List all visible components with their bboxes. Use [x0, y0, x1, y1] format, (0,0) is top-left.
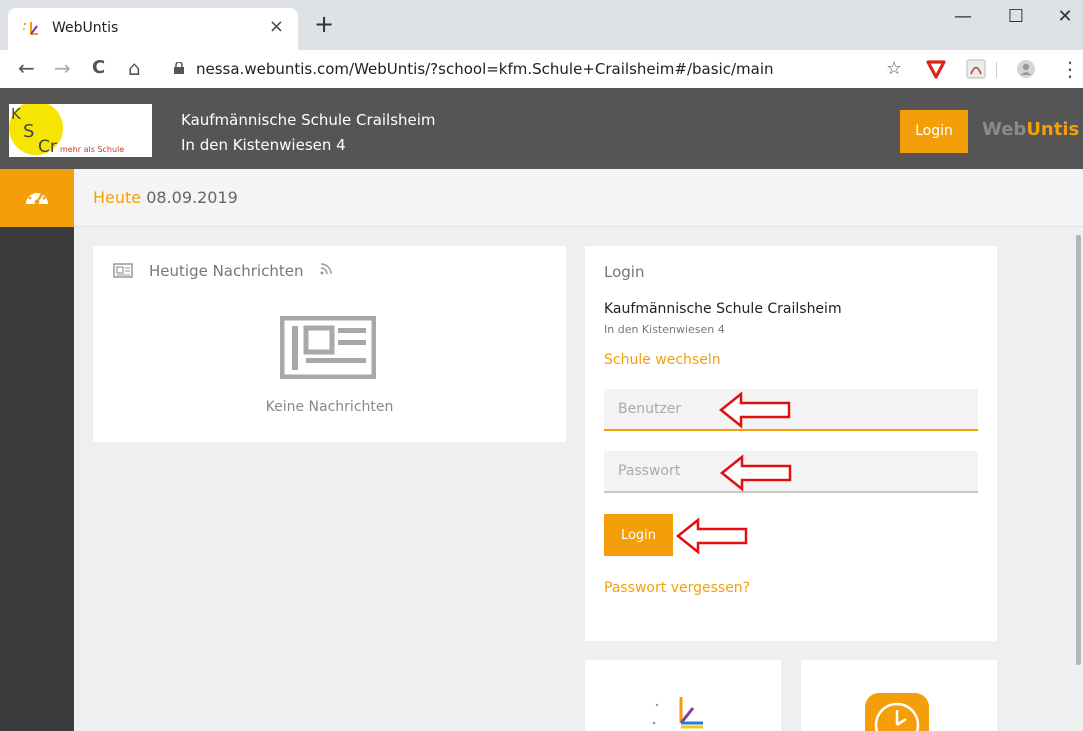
header-login-button[interactable]: Login	[900, 110, 968, 153]
webuntis-brand-logo: WebUntis	[982, 119, 1079, 140]
logo-letter-k: K	[11, 105, 22, 123]
annotation-arrow-password	[720, 454, 792, 492]
logo-tagline: mehr als Schule	[60, 145, 124, 154]
window-maximize-button[interactable]: ☐	[996, 2, 1036, 32]
newspaper-large-icon	[280, 316, 376, 379]
login-school-street: In den Kistenwiesen 4	[604, 323, 725, 336]
shield-extension-icon[interactable]	[926, 59, 946, 79]
clock-icon	[865, 693, 929, 731]
brand-accent: Untis	[1026, 119, 1080, 140]
new-tab-button[interactable]: +	[314, 12, 334, 36]
username-input[interactable]	[604, 389, 978, 431]
login-title: Login	[604, 263, 645, 281]
timetable-tile[interactable]	[585, 660, 781, 731]
annotation-arrow-username	[719, 391, 791, 429]
toolbar-divider	[996, 62, 997, 78]
profile-icon[interactable]	[1016, 59, 1036, 79]
login-submit-button[interactable]: Login	[604, 514, 673, 556]
date-heading: Heute 08.09.2019	[93, 188, 238, 207]
tab-close-icon[interactable]: ×	[269, 16, 284, 37]
window-close-button[interactable]: ✕	[1045, 2, 1083, 32]
home-button[interactable]: ⌂	[128, 56, 141, 80]
back-button[interactable]: ←	[18, 56, 35, 80]
rss-icon[interactable]	[320, 263, 332, 275]
login-card: Login Kaufmännische Schule Crailsheim In…	[585, 246, 997, 641]
logo-letter-cr: Cr	[38, 137, 57, 157]
header-school-street: In den Kistenwiesen 4	[181, 136, 346, 154]
forgot-password-link[interactable]: Passwort vergessen?	[604, 580, 750, 596]
newspaper-icon	[113, 263, 133, 278]
browser-toolbar: ← → C ⌂ nessa.webuntis.com/WebUntis/?sch…	[0, 50, 1083, 88]
header-school-name: Kaufmännische Schule Crailsheim	[181, 111, 436, 129]
browser-tabbar: WebUntis × + — ☐ ✕	[0, 0, 1083, 50]
school-logo[interactable]: K S Cr mehr als Schule	[9, 104, 152, 157]
lock-icon	[174, 62, 184, 74]
brand-prefix: Web	[982, 119, 1027, 140]
window-minimize-button[interactable]: —	[943, 2, 983, 32]
page-scrollbar[interactable]	[1076, 235, 1081, 665]
webuntis-favicon-icon	[23, 22, 38, 35]
pdf-extension-icon[interactable]	[966, 59, 986, 79]
webuntis-logo-icon	[652, 697, 703, 729]
login-school-name: Kaufmännische Schule Crailsheim	[604, 301, 842, 317]
annotation-arrow-login	[676, 517, 748, 555]
reload-button[interactable]: C	[92, 56, 105, 80]
sidebar	[0, 169, 74, 731]
switch-school-link[interactable]: Schule wechseln	[604, 352, 721, 368]
forward-button[interactable]: →	[54, 56, 71, 80]
browser-menu-button[interactable]: ⋮	[1060, 57, 1080, 81]
address-bar[interactable]: nessa.webuntis.com/WebUntis/?school=kfm.…	[170, 54, 920, 84]
news-title: Heutige Nachrichten	[149, 262, 304, 280]
news-card: Heutige Nachrichten Keine Nachrichten	[93, 246, 566, 442]
dashboard-icon	[26, 189, 48, 205]
logo-letter-s: S	[23, 121, 34, 142]
tab-title: WebUntis	[52, 20, 119, 36]
no-news-text: Keine Nachrichten	[265, 399, 394, 415]
clock-tile[interactable]	[801, 660, 997, 731]
date-label-today: Heute	[93, 188, 142, 207]
bookmark-star-icon[interactable]: ☆	[886, 58, 902, 79]
url-text: nessa.webuntis.com/WebUntis/?school=kfm.…	[196, 60, 774, 78]
date-value: 08.09.2019	[146, 188, 238, 207]
school-logo-graphic: K S Cr mehr als Schule	[9, 104, 124, 157]
browser-tab[interactable]: WebUntis ×	[8, 8, 298, 50]
